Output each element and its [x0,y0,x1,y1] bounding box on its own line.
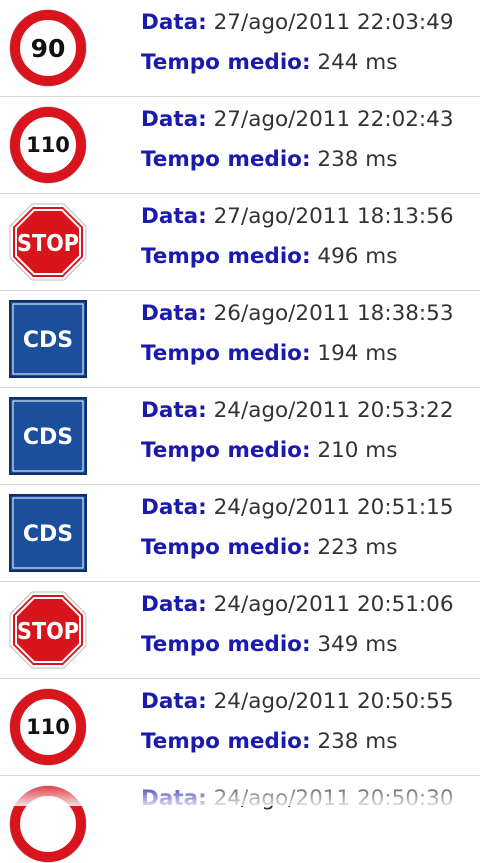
time-line: Tempo medio: 194 ms [141,341,397,366]
date-label: Data: [141,10,207,35]
svg-text:CDS: CDS [23,425,73,450]
list-item[interactable]: Data: 24/ago/2011 20:50:30 [0,776,480,863]
results-list: 90 Data: 27/ago/2011 22:03:49 Tempo medi… [0,0,480,863]
time-line: Tempo medio: 238 ms [141,729,397,754]
svg-text:CDS: CDS [23,522,73,547]
tempo-label: Tempo medio: [141,438,311,463]
list-item[interactable]: STOP Data: 24/ago/2011 20:51:06 Tempo me… [0,582,480,679]
tempo-label: Tempo medio: [141,632,311,657]
date-line: Data: 24/ago/2011 20:53:22 [141,398,454,423]
cds-sign-icon: CDS [9,300,87,378]
tempo-value: 238 ms [317,147,398,172]
date-label: Data: [141,495,207,520]
date-line: Data: 24/ago/2011 20:50:55 [141,689,454,714]
tempo-label: Tempo medio: [141,244,311,269]
date-label: Data: [141,204,207,229]
svg-text:STOP: STOP [17,619,79,645]
time-line: Tempo medio: 210 ms [141,438,397,463]
tempo-label: Tempo medio: [141,535,311,560]
date-value: 24/ago/2011 20:50:55 [213,689,454,714]
date-value: 24/ago/2011 20:51:15 [213,495,454,520]
stop-sign-icon: STOP [9,591,87,669]
date-label: Data: [141,786,207,811]
tempo-label: Tempo medio: [141,147,311,172]
tempo-value: 223 ms [317,535,398,560]
date-value: 24/ago/2011 20:50:30 [213,786,454,811]
stop-sign-icon: STOP [9,203,87,281]
date-value: 27/ago/2011 22:02:43 [213,107,454,132]
list-item[interactable]: CDS Data: 24/ago/2011 20:53:22 Tempo med… [0,388,480,485]
date-line: Data: 27/ago/2011 22:02:43 [141,107,454,132]
list-item[interactable]: 110 Data: 27/ago/2011 22:02:43 Tempo med… [0,97,480,194]
list-item[interactable]: 110 Data: 24/ago/2011 20:50:55 Tempo med… [0,679,480,776]
date-line: Data: 24/ago/2011 20:51:06 [141,592,454,617]
date-value: 27/ago/2011 22:03:49 [213,10,454,35]
date-value: 24/ago/2011 20:53:22 [213,398,454,423]
tempo-label: Tempo medio: [141,50,311,75]
time-line: Tempo medio: 223 ms [141,535,397,560]
date-value: 27/ago/2011 18:13:56 [213,204,454,229]
time-line: Tempo medio: 238 ms [141,147,397,172]
speed-limit-sign-icon [9,785,87,863]
svg-text:110: 110 [26,133,70,157]
list-item[interactable]: STOP Data: 27/ago/2011 18:13:56 Tempo me… [0,194,480,291]
time-line: Tempo medio: 349 ms [141,632,397,657]
tempo-value: 194 ms [317,341,398,366]
cds-sign-icon: CDS [9,494,87,572]
svg-text:90: 90 [31,34,66,63]
tempo-value: 349 ms [317,632,398,657]
svg-text:STOP: STOP [17,231,79,257]
speed-limit-90-icon: 90 [9,9,87,87]
svg-text:110: 110 [26,715,70,739]
list-item[interactable]: CDS Data: 26/ago/2011 18:38:53 Tempo med… [0,291,480,388]
date-label: Data: [141,301,207,326]
tempo-value: 238 ms [317,729,398,754]
list-item[interactable]: CDS Data: 24/ago/2011 20:51:15 Tempo med… [0,485,480,582]
tempo-label: Tempo medio: [141,729,311,754]
list-item[interactable]: 90 Data: 27/ago/2011 22:03:49 Tempo medi… [0,0,480,97]
tempo-value: 210 ms [317,438,398,463]
date-label: Data: [141,107,207,132]
date-line: Data: 26/ago/2011 18:38:53 [141,301,454,326]
date-line: Data: 24/ago/2011 20:51:15 [141,495,454,520]
speed-limit-110-icon: 110 [9,688,87,766]
speed-limit-110-icon: 110 [9,106,87,184]
tempo-label: Tempo medio: [141,341,311,366]
date-value: 26/ago/2011 18:38:53 [213,301,454,326]
date-line: Data: 27/ago/2011 18:13:56 [141,204,454,229]
date-label: Data: [141,592,207,617]
date-value: 24/ago/2011 20:51:06 [213,592,454,617]
date-line: Data: 24/ago/2011 20:50:30 [141,786,454,811]
date-label: Data: [141,398,207,423]
date-line: Data: 27/ago/2011 22:03:49 [141,10,454,35]
time-line: Tempo medio: 496 ms [141,244,397,269]
date-label: Data: [141,689,207,714]
time-line: Tempo medio: 244 ms [141,50,397,75]
svg-text:CDS: CDS [23,328,73,353]
cds-sign-icon: CDS [9,397,87,475]
tempo-value: 496 ms [317,244,398,269]
tempo-value: 244 ms [317,50,398,75]
